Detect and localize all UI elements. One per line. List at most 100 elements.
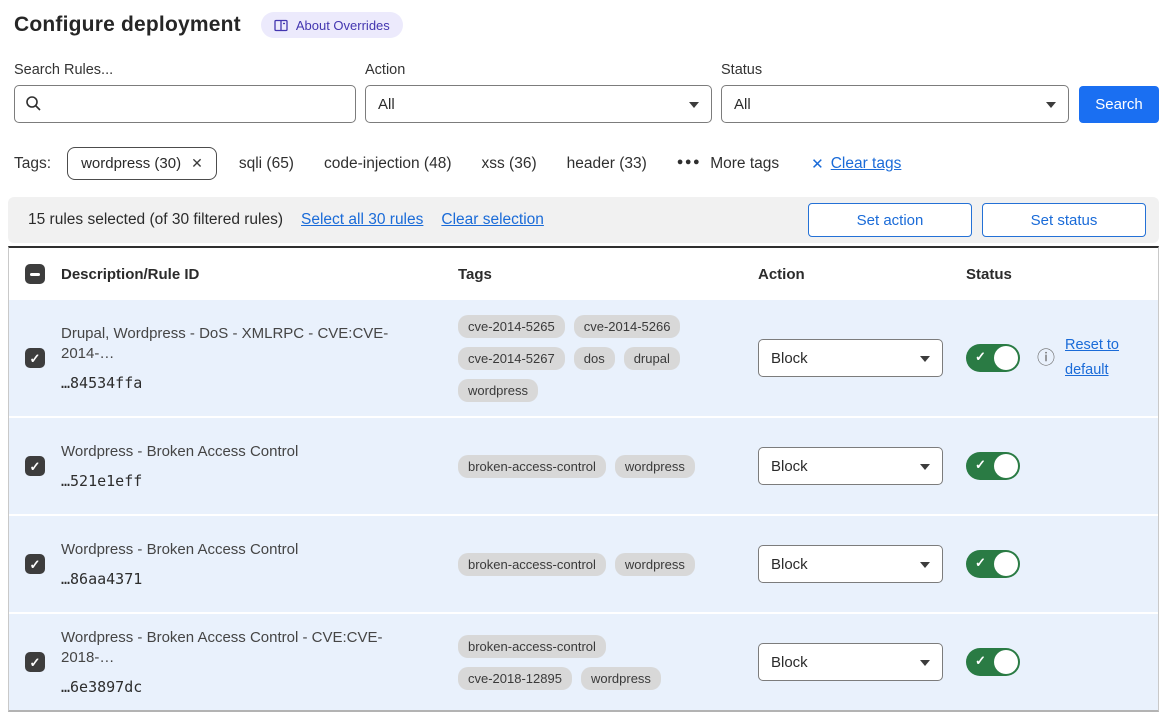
rule-enabled-toggle[interactable]: ✓ — [966, 550, 1020, 578]
check-icon: ✓ — [30, 352, 41, 365]
rule-enabled-toggle[interactable]: ✓ — [966, 452, 1020, 480]
rule-action-select[interactable]: Block — [758, 447, 943, 485]
search-icon — [25, 95, 42, 117]
chevron-down-icon — [689, 102, 699, 113]
toggle-knob — [994, 650, 1018, 674]
remove-tag-icon[interactable]: ✕ — [191, 155, 203, 172]
configure-deployment-page: Configure deployment About Overrides Sea… — [0, 0, 1167, 712]
rule-tag-pill: cve-2014-5267 — [458, 347, 565, 370]
rules-table: Description/Rule ID Tags Action Status ✓… — [8, 246, 1159, 712]
search-rules-label: Search Rules... — [14, 62, 356, 78]
tag-sqli[interactable]: sqli (65) — [239, 155, 294, 173]
filters-row: Search Rules... Action All Status All — [14, 62, 1159, 123]
search-rules-field — [14, 85, 356, 123]
search-rules-input[interactable] — [14, 85, 356, 123]
rule-tag-pill: broken-access-control — [458, 553, 606, 576]
chevron-down-icon — [920, 356, 930, 367]
about-overrides-link[interactable]: About Overrides — [261, 12, 403, 38]
column-header-action: Action — [748, 266, 958, 283]
tags-label: Tags: — [14, 155, 51, 173]
set-status-button[interactable]: Set status — [982, 203, 1146, 237]
chevron-down-icon — [920, 660, 930, 671]
row-checkbox[interactable]: ✓ — [25, 348, 45, 368]
more-tags-button[interactable]: ●●● More tags — [677, 155, 779, 173]
toggle-knob — [994, 346, 1018, 370]
table-row: ✓ Drupal, Wordpress - DoS - XMLRPC - CVE:… — [9, 300, 1158, 416]
clear-icon: ✕ — [811, 155, 824, 173]
status-filter-value: All — [734, 96, 751, 113]
rule-action-value: Block — [771, 350, 808, 367]
tag-code-injection[interactable]: code-injection (48) — [324, 155, 452, 173]
rule-id: …86aa4371 — [61, 570, 432, 588]
rule-tag-pill: drupal — [624, 347, 680, 370]
table-header-row: Description/Rule ID Tags Action Status — [9, 248, 1158, 300]
toggle-knob — [994, 552, 1018, 576]
rule-description: Drupal, Wordpress - DoS - XMLRPC - CVE:C… — [61, 324, 432, 363]
page-header: Configure deployment About Overrides — [14, 12, 1159, 38]
rule-description: Wordpress - Broken Access Control — [61, 540, 432, 560]
chevron-down-icon — [920, 464, 930, 475]
rule-tag-pill: cve-2014-5266 — [574, 315, 681, 338]
selected-tag-chip-wordpress[interactable]: wordpress (30) ✕ — [67, 147, 217, 180]
search-button[interactable]: Search — [1079, 86, 1159, 123]
action-filter-value: All — [378, 96, 395, 113]
table-row: ✓ Wordpress - Broken Access Control …521e1… — [9, 416, 1158, 514]
check-icon: ✓ — [975, 349, 986, 365]
check-icon: ✓ — [975, 653, 986, 669]
status-filter-select[interactable]: All — [721, 85, 1069, 123]
tag-header[interactable]: header (33) — [567, 155, 647, 173]
page-title: Configure deployment — [14, 13, 241, 37]
rule-enabled-toggle[interactable]: ✓ — [966, 344, 1020, 372]
rule-id: …521e1eff — [61, 472, 432, 490]
rule-description: Wordpress - Broken Access Control — [61, 442, 432, 462]
more-tags-label: More tags — [710, 155, 779, 173]
rule-tag-pill: cve-2014-5265 — [458, 315, 565, 338]
rule-action-value: Block — [771, 556, 808, 573]
column-header-status: Status — [958, 266, 1158, 283]
action-filter-select[interactable]: All — [365, 85, 712, 123]
rule-tag-pill: dos — [574, 347, 615, 370]
info-icon: ⓘ — [1037, 349, 1055, 367]
rule-enabled-toggle[interactable]: ✓ — [966, 648, 1020, 676]
check-icon: ✓ — [975, 555, 986, 571]
rule-tag-pill: wordpress — [615, 553, 695, 576]
indeterminate-icon — [30, 273, 40, 276]
row-checkbox[interactable]: ✓ — [25, 652, 45, 672]
check-icon: ✓ — [30, 460, 41, 473]
check-icon: ✓ — [975, 457, 986, 473]
chevron-down-icon — [920, 562, 930, 573]
rule-action-value: Block — [771, 458, 808, 475]
ellipsis-icon: ●●● — [677, 156, 701, 168]
status-filter-label: Status — [721, 62, 1069, 78]
row-checkbox[interactable]: ✓ — [25, 456, 45, 476]
table-row: ✓ Wordpress - Broken Access Control …86aa4… — [9, 514, 1158, 612]
clear-tags-link[interactable]: ✕ Clear tags — [811, 155, 901, 173]
chevron-down-icon — [1046, 102, 1056, 113]
rule-action-select[interactable]: Block — [758, 643, 943, 681]
row-checkbox[interactable]: ✓ — [25, 554, 45, 574]
about-overrides-label: About Overrides — [296, 18, 390, 33]
rule-action-value: Block — [771, 654, 808, 671]
toggle-knob — [994, 454, 1018, 478]
rule-action-select[interactable]: Block — [758, 339, 943, 377]
rule-id: …84534ffa — [61, 374, 432, 392]
column-header-description: Description/Rule ID — [61, 266, 458, 283]
selection-bar: 15 rules selected (of 30 filtered rules)… — [8, 197, 1159, 243]
rule-action-select[interactable]: Block — [758, 545, 943, 583]
check-icon: ✓ — [30, 656, 41, 669]
rule-tag-pill: broken-access-control — [458, 455, 606, 478]
book-icon — [274, 19, 288, 32]
set-action-button[interactable]: Set action — [808, 203, 972, 237]
rule-description: Wordpress - Broken Access Control - CVE:… — [61, 628, 432, 667]
rule-tag-pill: cve-2018-12895 — [458, 667, 572, 690]
tags-bar: Tags: wordpress (30) ✕ sqli (65) code-in… — [14, 147, 1159, 180]
rule-tag-pill: wordpress — [615, 455, 695, 478]
action-filter-label: Action — [365, 62, 712, 78]
reset-to-default-link[interactable]: Reset to default — [1065, 333, 1129, 382]
table-row: ✓ Wordpress - Broken Access Control - CVE… — [9, 612, 1158, 710]
selected-tag-label: wordpress (30) — [81, 155, 181, 172]
select-all-checkbox[interactable] — [25, 264, 45, 284]
clear-selection-link[interactable]: Clear selection — [441, 211, 544, 229]
tag-xss[interactable]: xss (36) — [482, 155, 537, 173]
select-all-link[interactable]: Select all 30 rules — [301, 211, 423, 229]
